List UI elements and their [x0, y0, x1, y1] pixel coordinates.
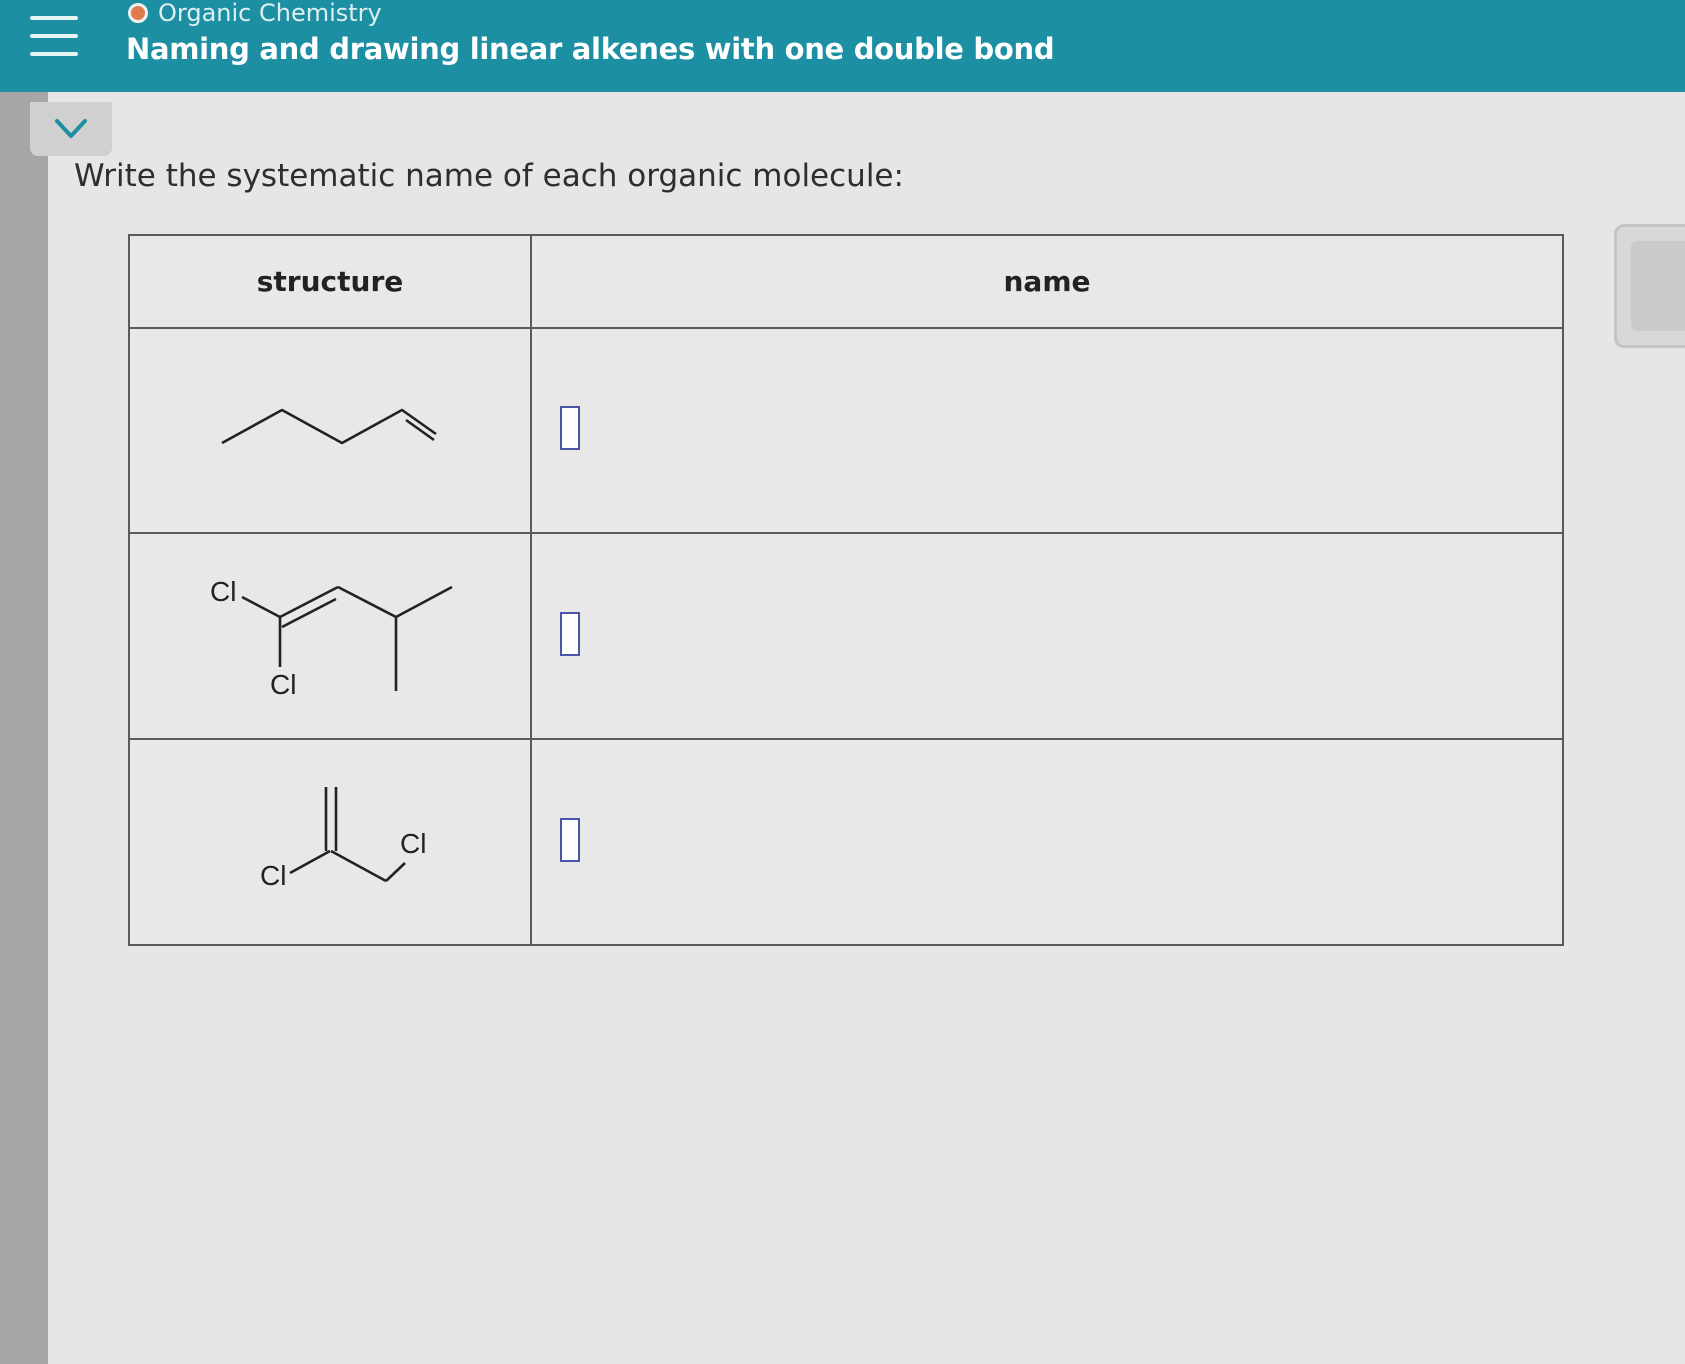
progress-dot-icon: [128, 3, 148, 23]
answer-input-1[interactable]: [560, 406, 580, 451]
molecule-1-structure: [221, 409, 437, 445]
table-row: Cl Cl: [128, 532, 1564, 741]
course-name: Organic Chemistry: [158, 0, 382, 27]
chevron-down-icon: [55, 119, 87, 138]
atom-label: Cl: [260, 860, 286, 891]
top-bar: Organic Chemistry Naming and drawing lin…: [0, 0, 1685, 92]
molecule-2-structure: Cl Cl: [210, 576, 453, 700]
name-cell-2: [530, 532, 1564, 741]
name-cell-1: [530, 326, 1564, 535]
atom-label: Cl: [270, 669, 296, 700]
atom-label: Cl: [400, 828, 426, 859]
structure-cell-2: Cl Cl: [128, 532, 532, 741]
atom-label: Cl: [210, 576, 236, 607]
answer-input-3[interactable]: [560, 818, 580, 863]
structure-cell-3: Cl Cl: [128, 738, 532, 946]
structure-cell-1: [128, 326, 532, 535]
menu-icon[interactable]: [30, 16, 78, 56]
table-header-row: structure name: [128, 234, 1564, 329]
table-row: [128, 326, 1564, 535]
question-table: structure name Cl Cl Cl Cl: [128, 234, 1564, 946]
table-row: Cl Cl: [128, 738, 1564, 946]
collapse-button[interactable]: [30, 102, 112, 156]
course-breadcrumb: Organic Chemistry: [128, 0, 382, 27]
name-cell-3: [530, 738, 1564, 946]
side-panel-tab[interactable]: [1614, 224, 1685, 348]
answer-input-2[interactable]: [560, 612, 580, 657]
name-header: name: [530, 234, 1564, 329]
topic-title: Naming and drawing linear alkenes with o…: [126, 32, 1055, 66]
molecule-3-structure: Cl Cl: [260, 787, 426, 891]
left-edge: [0, 92, 48, 1364]
question-prompt: Write the systematic name of each organi…: [74, 158, 904, 194]
structure-header: structure: [128, 234, 532, 329]
